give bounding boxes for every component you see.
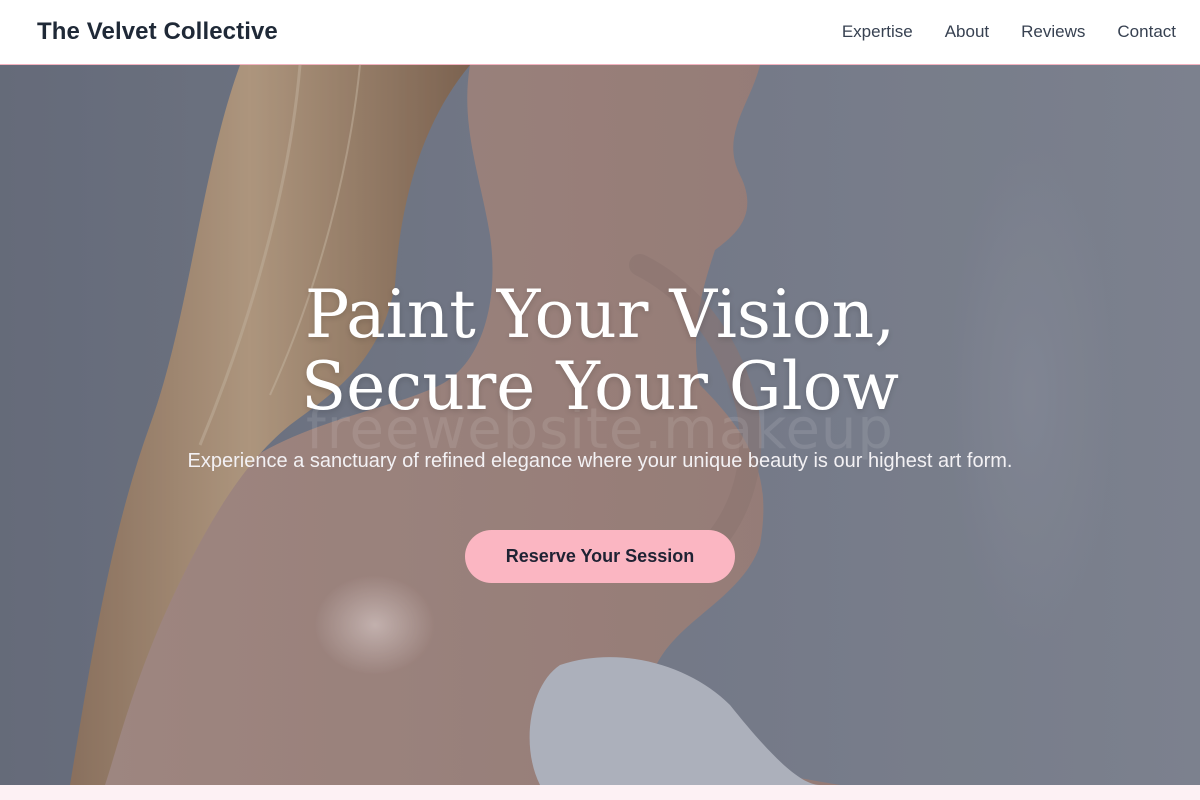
nav-link-about[interactable]: About — [945, 22, 989, 42]
reserve-session-button[interactable]: Reserve Your Session — [465, 530, 735, 583]
top-navbar: The Velvet Collective Expertise About Re… — [0, 0, 1200, 65]
nav-links: Expertise About Reviews Contact — [810, 22, 1176, 42]
hero-section: freewebsite.makeup Paint Your Vision, Se… — [0, 65, 1200, 785]
headline-line-2: Secure Your Glow — [301, 348, 899, 425]
nav-link-expertise[interactable]: Expertise — [842, 22, 913, 42]
next-section-strip — [0, 785, 1200, 800]
hero-subtext: Experience a sanctuary of refined elegan… — [187, 450, 1013, 472]
nav-link-contact[interactable]: Contact — [1117, 22, 1176, 42]
hero-headline: Paint Your Vision, Secure Your Glow — [0, 279, 1200, 423]
brand-logo[interactable]: The Velvet Collective — [37, 18, 278, 46]
headline-line-1: Paint Your Vision, — [304, 276, 896, 353]
nav-link-reviews[interactable]: Reviews — [1021, 22, 1085, 42]
